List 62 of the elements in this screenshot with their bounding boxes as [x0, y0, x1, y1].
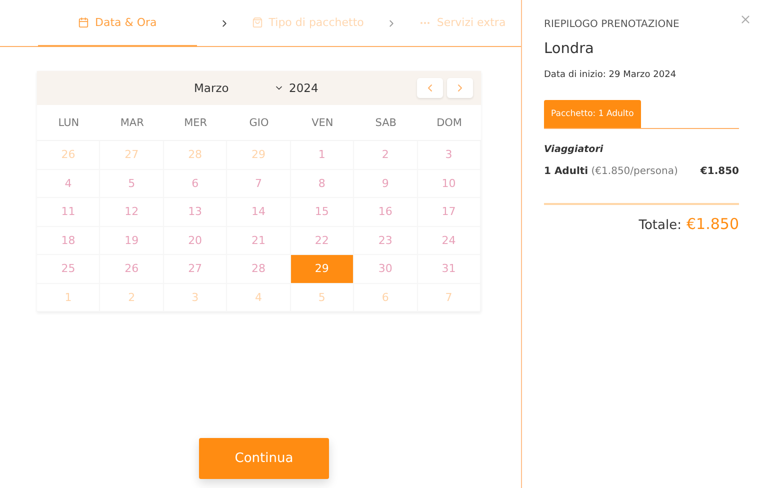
calendar-day[interactable]: 27	[164, 255, 228, 284]
calendar-day[interactable]: 28	[164, 141, 228, 170]
total-value: €1.850	[686, 215, 739, 233]
package-tab[interactable]: Pacchetto: 1 Adulto	[544, 100, 641, 128]
calendar-day[interactable]: 23	[354, 226, 418, 255]
calendar-day[interactable]: 25	[37, 255, 100, 284]
calendar-day[interactable]: 5	[290, 284, 354, 312]
destination-name: Londra	[544, 41, 595, 57]
calendar-day[interactable]: 13	[164, 198, 228, 226]
calendar-day[interactable]: 1	[290, 141, 354, 170]
calendar-icon	[78, 17, 89, 28]
calendar-day[interactable]: 3	[418, 141, 481, 170]
calendar-day[interactable]: 27	[100, 141, 164, 170]
calendar-day[interactable]: 26	[37, 141, 100, 170]
calendar-day[interactable]: 29	[290, 255, 354, 284]
year-select[interactable]: 2024	[289, 81, 318, 95]
calendar-day[interactable]: 16	[354, 198, 418, 226]
step-tab[interactable]: Data & Ora	[38, 0, 197, 47]
calendar-day[interactable]: 26	[100, 255, 164, 284]
calendar-day[interactable]: 30	[354, 255, 418, 284]
calendar-day[interactable]: 24	[418, 226, 481, 255]
calendar-day[interactable]: 7	[227, 170, 291, 198]
close-button[interactable]	[739, 13, 752, 26]
traveler-price: €1.850	[700, 166, 739, 177]
travelers-heading: Viaggiatori	[544, 144, 604, 155]
calendar-day[interactable]: 31	[418, 255, 481, 284]
step-tab[interactable]: Servizi extra	[418, 0, 506, 47]
calendar-day[interactable]: 7	[418, 284, 481, 312]
calendar-day[interactable]: 1	[37, 284, 100, 312]
previous-month-button[interactable]	[417, 78, 443, 98]
calendar-day[interactable]: 15	[290, 198, 354, 226]
calendar-day[interactable]: 28	[227, 255, 291, 284]
calendar-day[interactable]: 17	[418, 198, 481, 226]
calendar-day[interactable]: 6	[354, 284, 418, 312]
next-month-button[interactable]	[447, 78, 473, 98]
calendar-day[interactable]: 8	[290, 170, 354, 198]
calendar-day[interactable]: 6	[164, 170, 228, 198]
bag-icon	[252, 17, 263, 28]
calendar-day[interactable]: 5	[100, 170, 164, 198]
calendar-day[interactable]: 29	[227, 141, 291, 170]
total-label: Totale:	[638, 218, 682, 233]
calendar-day[interactable]: 2	[100, 284, 164, 312]
calendar-day[interactable]: 22	[290, 226, 354, 255]
calendar-day[interactable]: 4	[227, 284, 291, 312]
calendar-day[interactable]: 3	[164, 284, 228, 312]
calendar-day[interactable]: 18	[37, 226, 100, 255]
calendar-day[interactable]: 11	[37, 198, 100, 226]
calendar-day[interactable]: 4	[37, 170, 100, 198]
month-select[interactable]: Marzo	[194, 81, 274, 95]
calendar-day[interactable]: 2	[354, 141, 418, 170]
start-date: Data di inizio: 29 Marzo 2024	[544, 70, 678, 80]
calendar-day[interactable]: 21	[227, 226, 291, 255]
summary-title: RIEPILOGO PRENOTAZIONE	[544, 19, 680, 30]
calendar-day[interactable]: 14	[227, 198, 291, 226]
calendar-day[interactable]: 10	[418, 170, 481, 198]
calendar-day[interactable]: 20	[164, 226, 228, 255]
calendar-day[interactable]: 12	[100, 198, 164, 226]
calendar-day[interactable]: 19	[100, 226, 164, 255]
step-tab[interactable]: Tipo di pacchetto	[252, 0, 364, 47]
calendar-day[interactable]: 9	[354, 170, 418, 198]
traveler-description: 1 Adulti (€1.850/persona)	[544, 166, 678, 177]
continue-button[interactable]: Continua	[199, 438, 329, 479]
